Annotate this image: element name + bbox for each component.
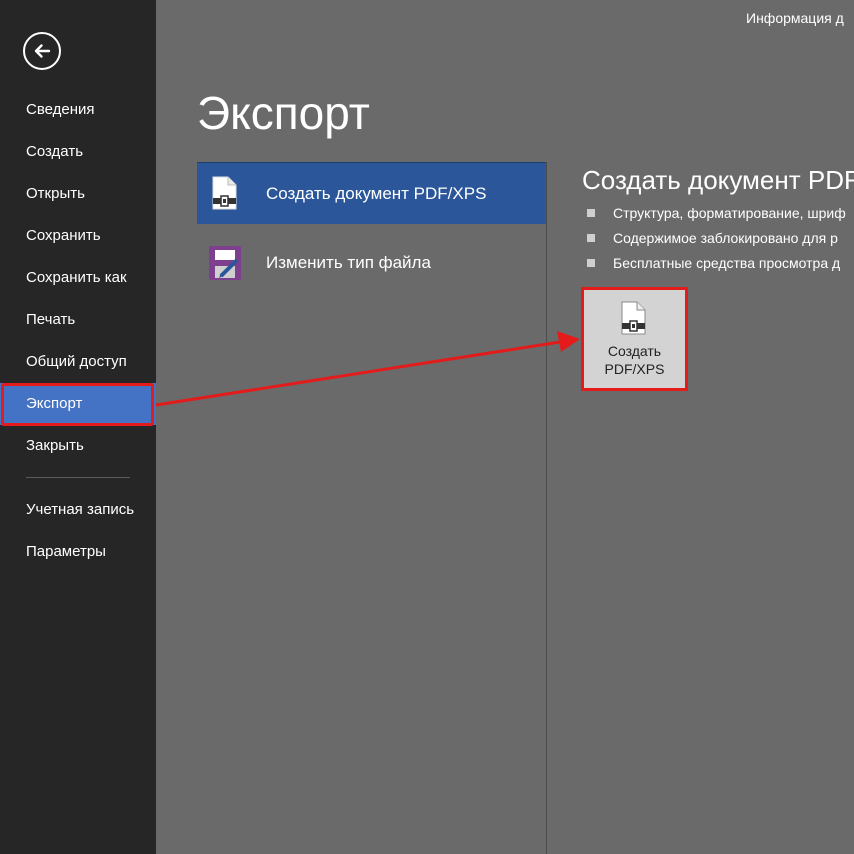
bullet-square-icon — [587, 259, 595, 267]
menu-item-open[interactable]: Открыть — [0, 173, 156, 215]
menu-item-save-as[interactable]: Сохранить как — [0, 257, 156, 299]
bullet-square-icon — [587, 234, 595, 242]
create-button-label: Создать PDF/XPS — [604, 343, 665, 377]
export-highlight-frame — [1, 383, 154, 426]
bullet-item: Структура, форматирование, шриф — [587, 202, 854, 227]
bullet-item: Бесплатные средства просмотра д — [587, 252, 854, 277]
create-pdf-xps-button[interactable]: Создать PDF/XPS — [584, 290, 685, 388]
pdf-document-icon — [621, 301, 646, 335]
option-change-file-type[interactable]: Изменить тип файла — [197, 232, 546, 294]
menu-item-close[interactable]: Закрыть — [0, 425, 156, 467]
sidebar: Сведения Создать Открыть Сохранить Сохра… — [0, 0, 156, 854]
change-file-type-icon — [209, 246, 241, 280]
bullet-square-icon — [587, 209, 595, 217]
menu-item-new[interactable]: Создать — [0, 131, 156, 173]
option-label: Создать документ PDF/XPS — [266, 184, 487, 203]
pdf-document-icon — [212, 176, 237, 210]
back-button[interactable] — [23, 32, 61, 70]
arrow-left-icon — [34, 44, 51, 58]
menu-item-print[interactable]: Печать — [0, 299, 156, 341]
menu-item-account[interactable]: Учетная запись — [0, 489, 156, 531]
option-label: Изменить тип файла — [266, 253, 431, 272]
sidebar-divider — [26, 477, 130, 478]
option-create-pdf-xps[interactable]: Создать документ PDF/XPS — [197, 162, 546, 224]
page-title: Экспорт — [197, 87, 370, 139]
menu-item-options[interactable]: Параметры — [0, 531, 156, 573]
menu-item-save[interactable]: Сохранить — [0, 215, 156, 257]
document-info-link[interactable]: Информация д — [746, 10, 844, 26]
menu-item-share[interactable]: Общий доступ — [0, 341, 156, 383]
detail-bullets: Структура, форматирование, шриф Содержим… — [587, 202, 854, 277]
export-options-list: Создать документ PDF/XPS Изменить тип фа… — [197, 162, 547, 854]
menu-item-info[interactable]: Сведения — [0, 89, 156, 131]
detail-title: Создать документ PDF/ — [582, 165, 854, 195]
bullet-item: Содержимое заблокировано для р — [587, 227, 854, 252]
